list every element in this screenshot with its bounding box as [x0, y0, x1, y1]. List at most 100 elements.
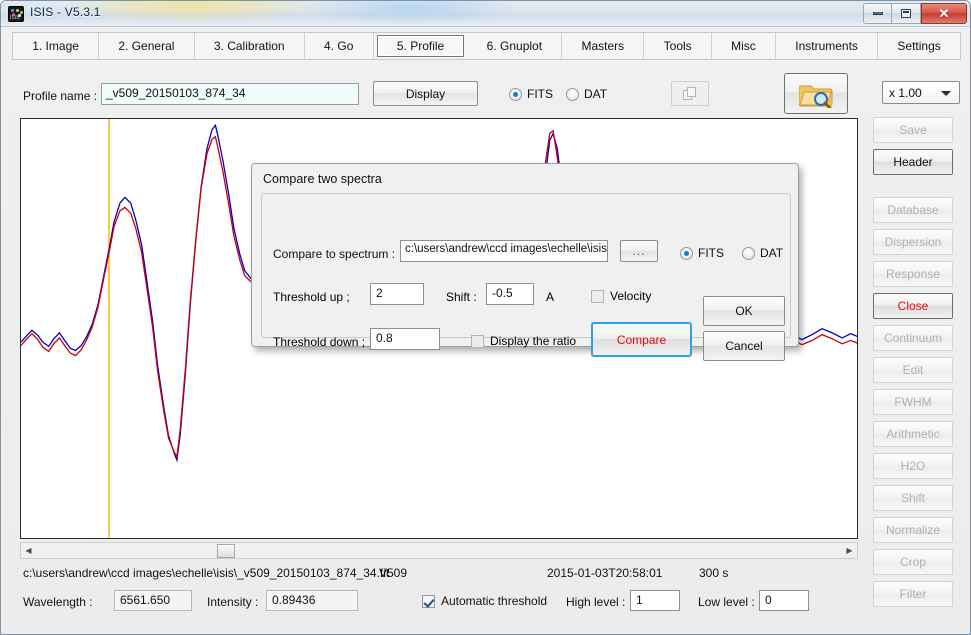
- dialog-format-fits-label: FITS: [698, 246, 724, 260]
- tab-settings[interactable]: Settings: [878, 33, 960, 59]
- maximize-icon: [901, 9, 911, 18]
- sidebar-button-arithmetic[interactable]: Arithmetic: [873, 421, 953, 447]
- shift-label: Shift :: [446, 290, 477, 304]
- scrollbar-thumb[interactable]: [217, 544, 235, 558]
- tab-tools[interactable]: Tools: [644, 33, 712, 59]
- titlebar-glow-right: [301, 1, 521, 25]
- dialog-format-radio-fits[interactable]: FITS: [680, 246, 724, 260]
- tab-instruments[interactable]: Instruments: [776, 33, 879, 59]
- compare-button[interactable]: Compare: [591, 322, 692, 357]
- format-fits-label: FITS: [527, 87, 553, 101]
- title-bar: ISIS ISIS - V5.3.1 ✕: [1, 1, 970, 27]
- tab-label: 4. Go: [324, 39, 354, 53]
- compare-to-spectrum-label: Compare to spectrum :: [273, 247, 396, 261]
- tab-label: 6. Gnuplot: [486, 39, 543, 53]
- tab-image[interactable]: 1. Image: [13, 33, 100, 59]
- tab-calibration[interactable]: 3. Calibration: [195, 33, 305, 59]
- close-icon: ✕: [938, 5, 950, 21]
- window-title: ISIS - V5.3.1: [30, 5, 101, 19]
- tab-label: 2. General: [118, 39, 175, 53]
- high-level-input[interactable]: 1: [630, 590, 680, 611]
- profile-name-input[interactable]: _v509_20150103_874_34: [101, 83, 359, 105]
- tab-label: 1. Image: [32, 39, 79, 53]
- sidebar-button-save[interactable]: Save: [873, 117, 953, 143]
- radio-unselected-icon: [742, 246, 755, 260]
- status-file-path: c:\users\andrew\ccd images\echelle\isis\…: [23, 566, 390, 580]
- maximize-button[interactable]: [892, 3, 921, 24]
- sidebar-button-h2o[interactable]: H2O: [873, 453, 953, 479]
- compare-to-spectrum-input[interactable]: c:\users\andrew\ccd images\echelle\isis\…: [400, 240, 608, 262]
- tab-gnuplot[interactable]: 6. Gnuplot: [467, 33, 563, 59]
- low-level-input[interactable]: 0: [759, 590, 809, 611]
- open-folder-search-icon: [799, 85, 833, 108]
- status-object-name: V509: [379, 566, 408, 580]
- chevron-down-icon: [941, 91, 951, 96]
- threshold-up-input[interactable]: 2: [370, 283, 424, 305]
- automatic-threshold-checkbox[interactable]: Automatic threshold: [422, 594, 547, 608]
- cancel-button[interactable]: Cancel: [703, 331, 785, 361]
- dialog-group-box: Compare to spectrum : c:\users\andrew\cc…: [261, 193, 791, 361]
- tab-label: Masters: [581, 39, 625, 53]
- wavelength-value: 6561.650: [114, 590, 192, 611]
- sidebar-button-edit[interactable]: Edit: [873, 357, 953, 383]
- main-tab-bar: 1. Image 2. General 3. Calibration 4. Go…: [12, 32, 961, 60]
- sidebar-button-normalize[interactable]: Normalize: [873, 517, 953, 543]
- tab-label: Settings: [897, 39, 941, 53]
- sidebar-button-continuum[interactable]: Continuum: [873, 325, 953, 351]
- minimize-button[interactable]: [863, 3, 892, 24]
- sidebar-button-close[interactable]: Close: [873, 293, 953, 319]
- sidebar-button-dispersion[interactable]: Dispersion: [873, 229, 953, 255]
- ok-button[interactable]: OK: [703, 296, 785, 326]
- velocity-checkbox[interactable]: Velocity: [591, 289, 651, 303]
- dialog-format-dat-label: DAT: [760, 246, 784, 260]
- intensity-value: 0.89436: [266, 590, 358, 611]
- sidebar-button-header[interactable]: Header: [873, 149, 953, 175]
- tab-label: Tools: [663, 39, 692, 53]
- display-button[interactable]: Display: [373, 81, 478, 106]
- intensity-label: Intensity :: [207, 595, 259, 609]
- checkbox-checked-icon: [422, 594, 435, 608]
- scroll-left-arrow-icon[interactable]: ◀: [21, 543, 36, 558]
- tab-misc[interactable]: Misc: [712, 33, 777, 59]
- tab-label: Instruments: [795, 39, 858, 53]
- velocity-label: Velocity: [610, 289, 652, 303]
- open-file-button[interactable]: [784, 73, 848, 114]
- zoom-level-select[interactable]: x 1.00: [882, 81, 960, 104]
- checkbox-unchecked-icon: [591, 289, 604, 303]
- browse-button[interactable]: ...: [620, 240, 658, 262]
- threshold-up-label: Threshold up ;: [273, 290, 350, 304]
- shift-input[interactable]: -0.5: [486, 283, 534, 305]
- radio-unselected-icon: [566, 87, 579, 101]
- sidebar-button-shift[interactable]: Shift: [873, 485, 953, 511]
- format-radio-fits[interactable]: FITS: [509, 87, 553, 101]
- tab-go[interactable]: 4. Go: [305, 33, 374, 59]
- tab-masters[interactable]: Masters: [562, 33, 645, 59]
- dialog-format-radio-dat[interactable]: DAT: [742, 246, 783, 260]
- radio-selected-icon: [509, 87, 522, 101]
- compare-two-spectra-dialog: Compare two spectra Compare to spectrum …: [251, 163, 799, 361]
- sidebar-button-filter[interactable]: Filter: [873, 581, 953, 607]
- sidebar-button-fwhm[interactable]: FWHM: [873, 389, 953, 415]
- zoom-level-value: x 1.00: [889, 85, 922, 100]
- sidebar-button-response[interactable]: Response: [873, 261, 953, 287]
- right-action-sidebar: Save Header Database Dispersion Response…: [873, 117, 953, 613]
- automatic-threshold-label: Automatic threshold: [441, 594, 548, 608]
- isis-application-window: ISIS ISIS - V5.3.1 ✕ 1. Image 2. General…: [0, 0, 971, 635]
- tab-label: 3. Calibration: [213, 39, 285, 53]
- copy-icon: [683, 86, 697, 101]
- sidebar-button-crop[interactable]: Crop: [873, 549, 953, 575]
- status-datetime: 2015-01-03T20:58:01: [547, 566, 663, 580]
- display-ratio-checkbox[interactable]: Display the ratio: [471, 334, 576, 348]
- copy-button[interactable]: [671, 81, 709, 106]
- tab-profile[interactable]: 5. Profile: [376, 35, 465, 57]
- isis-app-icon: ISIS: [8, 6, 24, 22]
- tab-general[interactable]: 2. General: [99, 33, 195, 59]
- tab-label: 5. Profile: [396, 39, 445, 53]
- threshold-down-input[interactable]: 0.8: [370, 328, 440, 350]
- scroll-right-arrow-icon[interactable]: ▶: [842, 543, 857, 558]
- checkbox-unchecked-icon: [471, 334, 484, 348]
- format-radio-dat[interactable]: DAT: [566, 87, 607, 101]
- close-window-button[interactable]: ✕: [921, 3, 967, 24]
- sidebar-button-database[interactable]: Database: [873, 197, 953, 223]
- plot-horizontal-scrollbar[interactable]: ◀ ▶: [20, 542, 858, 559]
